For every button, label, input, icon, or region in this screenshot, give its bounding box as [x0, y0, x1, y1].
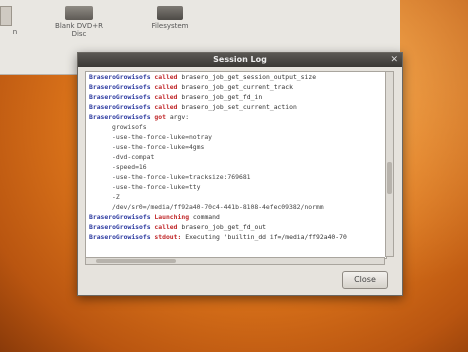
- log-text: brasero_job_get_fd_out: [181, 223, 267, 231]
- log-line: BraseroGrowisofs called brasero_job_get_…: [86, 82, 386, 92]
- log-source: BraseroGrowisofs: [89, 233, 151, 241]
- log-text: brasero_job_get_session_output_size: [181, 73, 317, 81]
- close-button[interactable]: Close: [342, 271, 388, 289]
- log-text: growisofs: [112, 123, 147, 131]
- vertical-scrollbar[interactable]: [385, 71, 394, 257]
- session-log-dialog: Session Log ✕ BraseroGrowisofs called br…: [77, 52, 403, 296]
- log-line: -use-the-force-luke=tty: [86, 182, 386, 192]
- log-source: BraseroGrowisofs: [89, 113, 151, 121]
- log-text: -use-the-force-luke=4gms: [112, 143, 205, 151]
- scrollbar-thumb[interactable]: [96, 259, 176, 263]
- log-source: BraseroGrowisofs: [89, 223, 151, 231]
- dialog-titlebar[interactable]: Session Log ✕: [78, 53, 402, 67]
- log-source: BraseroGrowisofs: [89, 83, 151, 91]
- log-text: brasero_job_get_fd_in: [181, 93, 263, 101]
- drive-icon: [0, 6, 12, 26]
- log-verb: got: [154, 113, 166, 121]
- log-line: /dev/sr0=/media/ff92a40-70c4-441b-8108-4…: [86, 202, 386, 212]
- log-source: BraseroGrowisofs: [89, 73, 151, 81]
- log-line: -use-the-force-luke=tracksize:769681: [86, 172, 386, 182]
- log-text: argv:: [169, 113, 190, 121]
- log-text: -speed=16: [112, 163, 147, 171]
- log-text: Executing 'builtin_dd if=/media/ff92a40-…: [185, 233, 347, 241]
- log-verb: called: [154, 83, 178, 91]
- log-text: -use-the-force-luke=tty: [112, 183, 201, 191]
- log-line: BraseroGrowisofs Launching command: [86, 212, 386, 222]
- desktop-item-partial[interactable]: n: [0, 6, 30, 36]
- close-icon[interactable]: ✕: [390, 53, 398, 67]
- log-line: BraseroGrowisofs got argv:: [86, 112, 386, 122]
- log-line: -speed=16: [86, 162, 386, 172]
- optical-drive-icon: [65, 6, 93, 20]
- log-verb: called: [154, 93, 178, 101]
- log-text-view[interactable]: BraseroGrowisofs called brasero_job_get_…: [85, 71, 387, 259]
- desktop-item-label: n: [12, 28, 18, 36]
- log-line: BraseroGrowisofs called brasero_job_set_…: [86, 102, 386, 112]
- log-text: -use-the-force-luke=notray: [112, 133, 213, 141]
- log-line: -dvd-compat: [86, 152, 386, 162]
- log-verb: called: [154, 223, 178, 231]
- log-text: /dev/sr0=/media/ff92a40-70c4-441b-8108-4…: [112, 203, 324, 211]
- desktop-item-label: Blank DVD+R Disc: [55, 22, 103, 38]
- desktop-item-filesystem[interactable]: Filesystem: [142, 6, 198, 30]
- log-source: BraseroGrowisofs: [89, 103, 151, 111]
- log-line: BraseroGrowisofs called brasero_job_get_…: [86, 72, 386, 82]
- desktop-item-label: Filesystem: [151, 22, 189, 30]
- log-line: BraseroGrowisofs stdout: Executing 'buil…: [86, 232, 386, 242]
- log-text: command: [192, 213, 220, 221]
- log-verb: stdout:: [154, 233, 182, 241]
- log-text: -Z: [112, 193, 120, 201]
- log-text: -use-the-force-luke=tracksize:769681: [112, 173, 251, 181]
- log-verb: called: [154, 73, 178, 81]
- log-line: -use-the-force-luke=notray: [86, 132, 386, 142]
- dialog-title: Session Log: [213, 55, 267, 64]
- log-line: growisofs: [86, 122, 386, 132]
- scrollbar-thumb[interactable]: [387, 162, 392, 194]
- log-text: -dvd-compat: [112, 153, 155, 161]
- log-line: -Z: [86, 192, 386, 202]
- log-text: brasero_job_set_current_action: [181, 103, 297, 111]
- log-line: BraseroGrowisofs called brasero_job_get_…: [86, 92, 386, 102]
- log-source: BraseroGrowisofs: [89, 93, 151, 101]
- log-source: BraseroGrowisofs: [89, 213, 151, 221]
- log-verb: called: [154, 103, 178, 111]
- log-text: brasero_job_get_current_track: [181, 83, 293, 91]
- hard-drive-icon: [157, 6, 183, 20]
- log-line: BraseroGrowisofs called brasero_job_get_…: [86, 222, 386, 232]
- desktop-item-blank-dvd[interactable]: Blank DVD+R Disc: [48, 6, 110, 38]
- horizontal-scrollbar[interactable]: [85, 257, 385, 265]
- log-verb: Launching: [154, 213, 190, 221]
- log-line: -use-the-force-luke=4gms: [86, 142, 386, 152]
